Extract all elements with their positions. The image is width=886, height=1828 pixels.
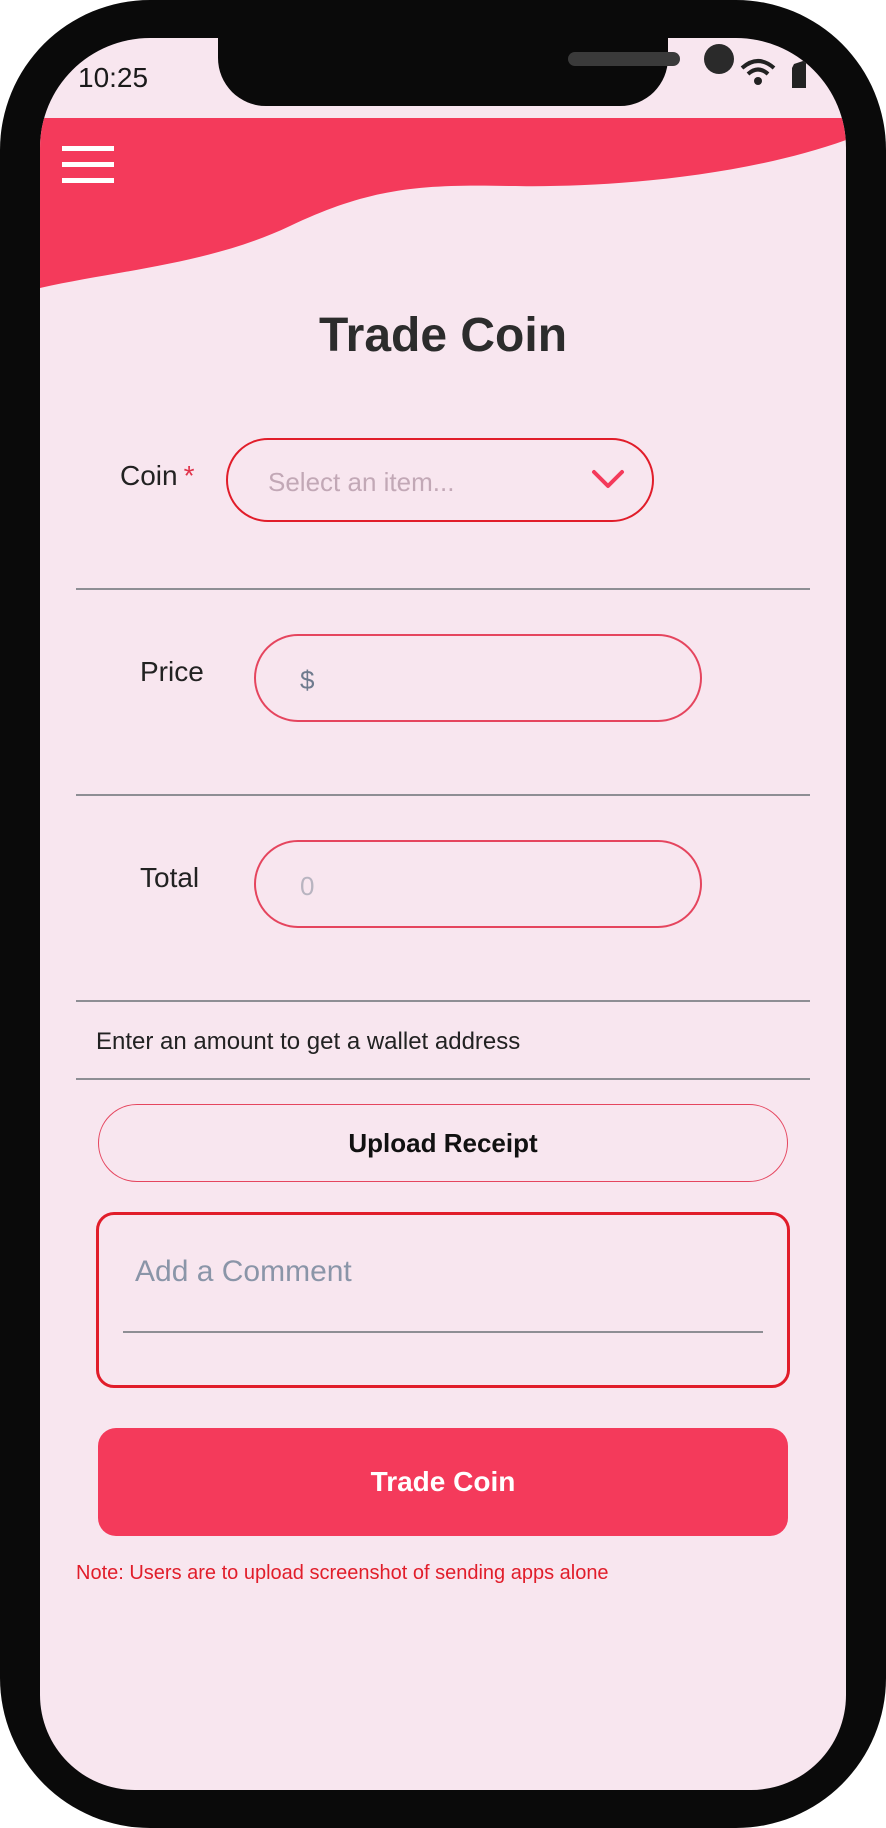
- note-text: Note: Users are to upload screenshot of …: [76, 1562, 609, 1584]
- price-input[interactable]: $: [254, 634, 702, 722]
- dollar-prefix: $: [300, 665, 315, 695]
- divider: [76, 1000, 810, 1002]
- total-label: Total: [140, 862, 200, 893]
- battery-icon: [792, 60, 806, 88]
- divider: [76, 794, 810, 796]
- status-icons: [740, 59, 806, 88]
- comment-field[interactable]: Add a Comment: [96, 1212, 790, 1388]
- app-screen: 10:25 Trade Coin Coin * Select an item..…: [40, 38, 846, 1790]
- status-time: 10:25: [78, 62, 149, 93]
- required-mark: *: [183, 460, 195, 491]
- coin-label-text: Coin: [120, 460, 178, 491]
- total-input[interactable]: 0: [254, 840, 702, 928]
- wifi-icon: [740, 59, 776, 85]
- coin-label: Coin *: [120, 460, 195, 492]
- comment-placeholder: Add a Comment: [135, 1255, 352, 1288]
- chevron-down-icon: [592, 470, 624, 488]
- page-title: Trade Coin: [318, 309, 568, 362]
- trade-coin-button[interactable]: Trade Coin: [98, 1428, 788, 1536]
- coin-select-placeholder: Select an item...: [268, 467, 455, 497]
- wallet-helper-text: Enter an amount to get a wallet address: [96, 1028, 521, 1055]
- header-wave: [40, 118, 846, 288]
- phone-notch: [218, 38, 734, 106]
- phone-frame: 10:25 Trade Coin Coin * Select an item..…: [0, 0, 886, 1828]
- total-value: 0: [300, 871, 315, 901]
- speaker-grille: [568, 52, 680, 66]
- coin-select[interactable]: Select an item...: [226, 438, 654, 522]
- divider: [76, 588, 810, 590]
- comment-underline: [123, 1331, 763, 1333]
- price-label: Price: [140, 656, 204, 687]
- upload-receipt-button[interactable]: Upload Receipt: [98, 1104, 788, 1182]
- hamburger-menu-icon[interactable]: [62, 146, 114, 186]
- front-camera: [704, 44, 734, 74]
- divider: [76, 1078, 810, 1080]
